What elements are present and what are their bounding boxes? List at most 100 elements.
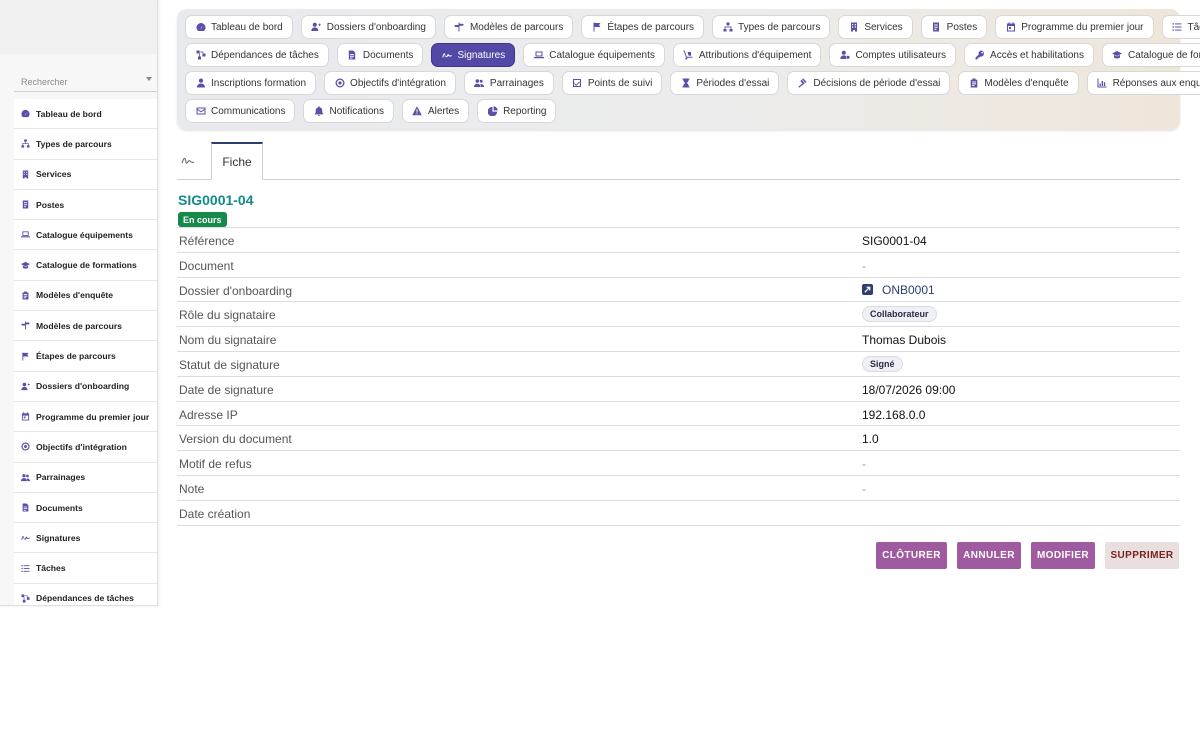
document-icon — [20, 503, 30, 513]
laptop-icon — [20, 230, 30, 240]
field-label: Rôle du signataire — [179, 308, 276, 323]
sidebar-item-services[interactable]: Services — [14, 160, 157, 190]
tab-fiche[interactable]: Fiche — [211, 142, 263, 180]
building-icon — [848, 22, 859, 33]
sidebar-item-tableau-de-bord[interactable]: Tableau de bord — [14, 99, 157, 130]
signature-icon — [20, 533, 30, 543]
sidebar-item-label: Documents — [36, 502, 83, 513]
warning-icon — [412, 106, 423, 117]
signpost-icon — [454, 22, 465, 33]
nav-pill-comptes-utilisateurs[interactable]: Comptes utilisateurs — [829, 43, 957, 67]
dashboard-icon — [195, 22, 206, 33]
field-row-note: Note - — [177, 476, 1180, 501]
nav-pill-points-de-suivi[interactable]: Points de suivi — [561, 71, 663, 95]
sidebar-item-label: Objectifs d'intégration — [36, 441, 127, 452]
sidebar-item-label: Signatures — [36, 532, 81, 543]
sidebar-item-objectifs-d-integration[interactable]: Objectifs d'intégration — [14, 432, 157, 463]
nav-pill-decisions-de-periode-d-essai[interactable]: Décisions de période d'essai — [787, 71, 951, 95]
field-label: Document — [179, 258, 234, 273]
envelope-icon — [195, 106, 206, 117]
field-label: Référence — [179, 234, 235, 248]
nav-pill-etapes-de-parcours[interactable]: Étapes de parcours — [581, 15, 705, 39]
sidebar-item-documents[interactable]: Documents — [14, 493, 157, 524]
nav-pill-label: Services — [864, 21, 903, 33]
sidebar-item-modeles-de-parcours[interactable]: Modèles de parcours — [14, 311, 157, 342]
nav-pill-dependances-de-taches[interactable]: Dépendances de tâches — [185, 43, 329, 67]
cancel-button[interactable]: ANNULER — [957, 542, 1021, 569]
sidebar-item-types-de-parcours[interactable]: Types de parcours — [14, 129, 157, 160]
sidebar-search[interactable] — [14, 72, 157, 92]
signature-icon — [441, 50, 452, 61]
field-row-reference: Référence SIG0001-04 — [177, 228, 1180, 253]
nav-pill-reporting[interactable]: Reporting — [477, 99, 557, 123]
sidebar-item-modeles-d-enquete[interactable]: Modèles d'enquête — [14, 281, 157, 312]
sidebar-item-programme-du-premier-jour[interactable]: Programme du premier jour — [14, 402, 157, 433]
sidebar-item-taches[interactable]: Tâches — [14, 553, 157, 584]
nav-pill-modeles-d-enquete[interactable]: Modèles d'enquête — [958, 71, 1079, 95]
field-row-nom-du-signataire: Nom du signataire Thomas Dubois — [177, 327, 1180, 352]
nav-pill-label: Accès et habilitations — [990, 49, 1084, 61]
field-row-adresse-ip: Adresse IP 192.168.0.0 — [177, 402, 1180, 427]
nav-pill-objectifs-d-integration[interactable]: Objectifs d'intégration — [324, 71, 456, 95]
nav-pill-services[interactable]: Services — [838, 15, 913, 39]
sidebar-item-label: Parrainages — [36, 472, 86, 483]
nav-pill-taches[interactable]: Tâches — [1161, 15, 1200, 39]
sidebar-item-etapes-de-parcours[interactable]: Étapes de parcours — [14, 341, 157, 372]
nav-pill-tableau-de-bord[interactable]: Tableau de bord — [185, 15, 293, 39]
sidebar-item-dossiers-d-onboarding[interactable]: Dossiers d'onboarding — [14, 372, 157, 402]
nav-pill-parrainages[interactable]: Parrainages — [463, 71, 554, 95]
sitemap-icon — [722, 22, 733, 33]
sidebar-item-dependances-de-taches[interactable]: Dépendances de tâches — [14, 584, 157, 605]
nav-pill-label: Documents — [362, 49, 414, 61]
nav-pill-dossiers-d-onboarding[interactable]: Dossiers d'onboarding — [300, 15, 436, 39]
field-row-date-de-signature: Date de signature 18/07/2026 09:00 — [177, 377, 1180, 402]
sidebar-item-postes[interactable]: Postes — [14, 190, 157, 221]
sidebar-item-signatures[interactable]: Signatures — [14, 523, 157, 554]
nav-pill-label: Signatures — [457, 49, 506, 61]
clipboard-icon — [20, 290, 30, 300]
nav-pill-catalogue-equipements[interactable]: Catalogue équipements — [523, 43, 665, 67]
nav-pill-documents[interactable]: Documents — [336, 43, 424, 67]
nav-pill-attributions-d-equipement[interactable]: Attributions d'équipement — [672, 43, 822, 67]
onboarding-dossier-link[interactable]: ONB0001 — [862, 283, 935, 297]
record-fields: Référence SIG0001-04 Document - Dossier d'on… — [177, 227, 1180, 526]
nav-pill-alertes[interactable]: Alertes — [401, 99, 470, 123]
search-input[interactable] — [14, 74, 134, 90]
nav-row: Dépendances de tâches Documents Signatures… — [185, 43, 1200, 67]
nav-pill-signatures[interactable]: Signatures — [431, 43, 516, 67]
field-value: - — [862, 258, 866, 273]
sidebar-item-catalogue-de-formations[interactable]: Catalogue de formations — [14, 250, 157, 281]
field-label: Note — [179, 481, 205, 496]
nav-pill-modeles-de-parcours[interactable]: Modèles de parcours — [443, 15, 574, 39]
sitemap-icon — [20, 139, 30, 149]
link-text[interactable]: ONB0001 — [882, 283, 935, 297]
field-value: - — [862, 481, 866, 496]
nav-pill-inscriptions-formation[interactable]: Inscriptions formation — [185, 71, 317, 95]
target-icon — [20, 442, 30, 452]
building-icon — [20, 169, 30, 179]
nav-pill-label: Périodes d'essai — [696, 77, 770, 89]
chart-icon — [1097, 78, 1108, 89]
user-plus-icon — [311, 22, 322, 33]
nav-pill-periodes-d-essai[interactable]: Périodes d'essai — [670, 71, 780, 95]
close-record-button[interactable]: CLÔTURER — [876, 542, 947, 569]
nav-pill-reponses-aux-enquetes[interactable]: Réponses aux enquêtes — [1086, 71, 1200, 95]
nav-pill-programme-du-premier-jour[interactable]: Programme du premier jour — [995, 15, 1154, 39]
nav-pill-postes[interactable]: Postes — [920, 15, 988, 39]
sidebar-item-label: Étapes de parcours — [36, 351, 116, 362]
edit-button[interactable]: MODIFIER — [1031, 542, 1095, 569]
chevron-down-icon[interactable] — [146, 77, 152, 81]
delete-button[interactable]: SUPPRIMER — [1105, 542, 1179, 569]
nav-pill-types-de-parcours[interactable]: Types de parcours — [712, 15, 831, 39]
nav-pill-catalogue-de-formations[interactable]: Catalogue de formations — [1101, 43, 1200, 67]
top-navigation: Tableau de bord Dossiers d'onboarding Modè… — [177, 9, 1200, 130]
field-row-document: Document - — [177, 253, 1180, 278]
calendar-icon — [20, 412, 30, 422]
nav-pill-acces-et-habilitations[interactable]: Accès et habilitations — [964, 43, 1094, 67]
nav-pill-notifications[interactable]: Notifications — [303, 99, 394, 123]
sidebar-item-catalogue-equipements[interactable]: Catalogue équipements — [14, 220, 157, 251]
sidebar-item-label: Modèles de parcours — [36, 320, 122, 331]
nav-pill-label: Objectifs d'intégration — [350, 77, 446, 89]
sidebar-item-parrainages[interactable]: Parrainages — [14, 463, 157, 493]
nav-pill-communications[interactable]: Communications — [185, 99, 296, 123]
